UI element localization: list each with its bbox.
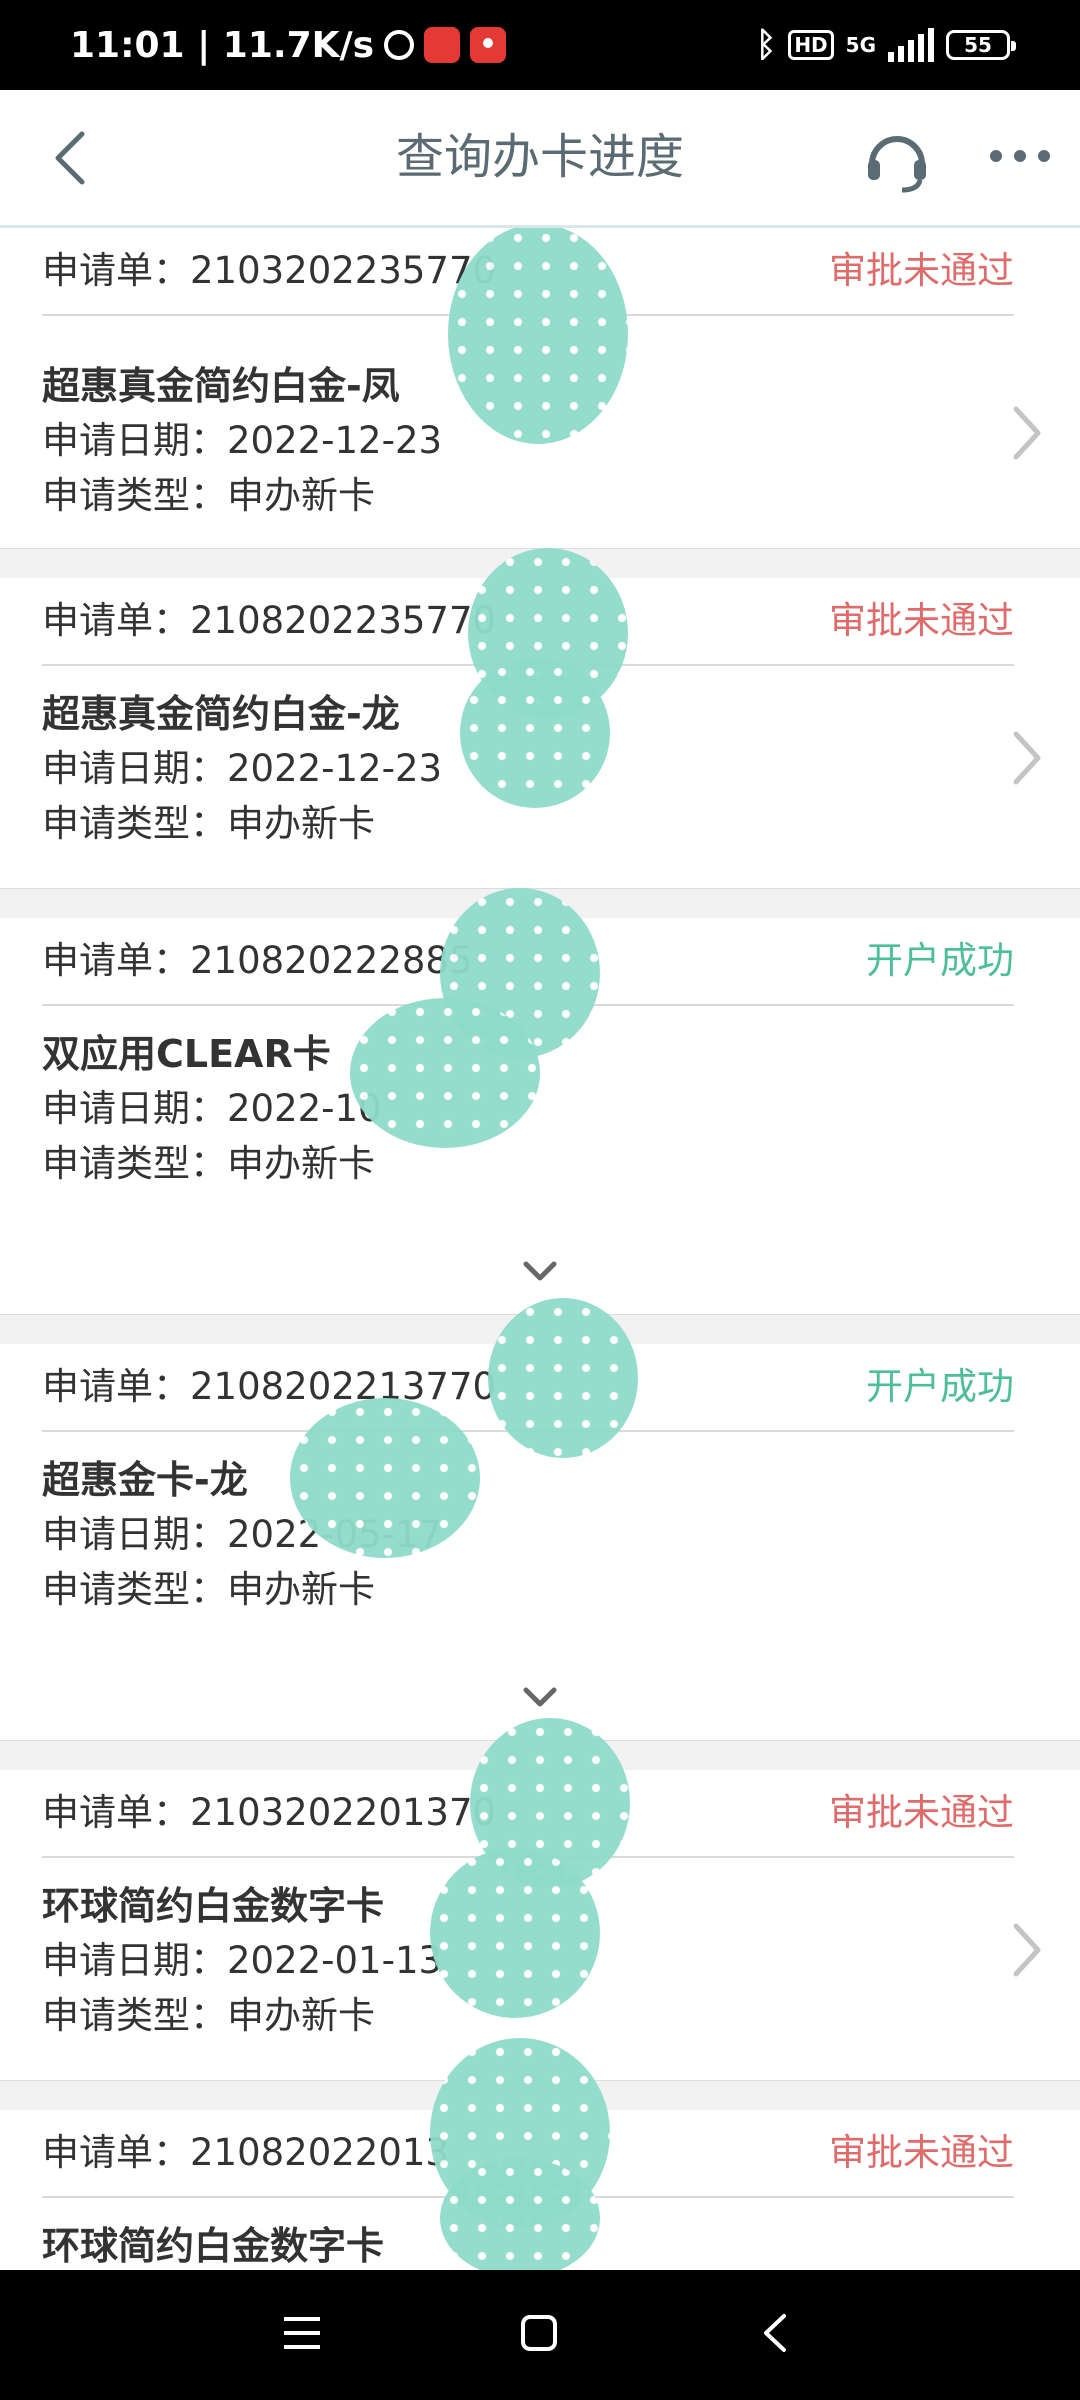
chevron-right-icon[interactable] (1006, 403, 1046, 463)
application-status: 审批未通过 (829, 1791, 1014, 1834)
redaction-blob (488, 1298, 638, 1458)
application-status: 审批未通过 (829, 2131, 1014, 2174)
application-type: 申请类型：申办新卡 (42, 474, 375, 517)
status-bar: 11:01 | 11.7K/s ᛒ HD 5G 55 (0, 0, 1080, 90)
application-list: 申请单：2103202235770 审批未通过 超惠真金简约白金-凤 申请日期：… (0, 228, 1080, 2270)
header: 查询办卡进度 (0, 90, 1080, 228)
application-date: 申请日期：2022-10 (42, 1087, 382, 1130)
application-status: 开户成功 (866, 1365, 1014, 1408)
card-name: 超惠真金简约白金-凤 (42, 364, 400, 408)
application-number: 申请单：2103202235770 (42, 249, 497, 292)
redaction-blob (448, 228, 628, 444)
chevron-down-icon[interactable] (512, 1256, 568, 1286)
status-left: 11:01 | 11.7K/s (70, 0, 507, 90)
system-nav-bar (0, 2270, 1080, 2400)
battery-level: 55 (964, 33, 992, 57)
application-status: 审批未通过 (829, 249, 1014, 292)
redaction-blob (430, 1848, 600, 2018)
application-number: 申请单：2108202235770 (42, 599, 497, 642)
redaction-blob (460, 658, 610, 808)
alarm-icon (384, 30, 415, 60)
more-dots-icon[interactable] (990, 150, 1050, 168)
redaction-blob (440, 2158, 600, 2270)
application-type: 申请类型：申办新卡 (42, 802, 375, 845)
chevron-right-icon[interactable] (1006, 728, 1046, 788)
chevron-right-icon[interactable] (1006, 1920, 1046, 1980)
status-right: ᛒ HD 5G 55 (755, 0, 1016, 90)
card-name: 环球简约白金数字卡 (42, 2224, 385, 2268)
hd-badge: HD (788, 30, 834, 60)
app-notification-icon (424, 27, 461, 63)
application-date: 申请日期：2022-12-23 (42, 747, 443, 790)
headset-icon[interactable] (862, 126, 932, 196)
signal-icon (888, 28, 934, 62)
card-name: 双应用CLEAR卡 (42, 1032, 331, 1076)
redaction-blob (290, 1398, 480, 1558)
card-name: 环球简约白金数字卡 (42, 1884, 385, 1928)
application-type: 申请类型：申办新卡 (42, 1142, 375, 1185)
application-date: 申请日期：2022-01-13 (42, 1939, 443, 1982)
status-time-speed: 11:01 | 11.7K/s (70, 24, 375, 66)
application-type: 申请类型：申办新卡 (42, 1994, 375, 2037)
card-name: 超惠金卡-龙 (42, 1458, 248, 1502)
bluetooth-icon: ᛒ (755, 25, 777, 65)
home-icon[interactable] (520, 2314, 558, 2352)
video-app-icon (470, 27, 507, 63)
redaction-blob (350, 998, 540, 1148)
card-name: 超惠真金简约白金-龙 (42, 692, 400, 736)
application-status: 开户成功 (866, 939, 1014, 982)
battery-icon: 55 (946, 30, 1016, 60)
menu-icon[interactable] (282, 2314, 322, 2352)
application-type: 申请类型：申办新卡 (42, 1568, 375, 1611)
network-type: 5G (845, 33, 876, 57)
chevron-down-icon[interactable] (512, 1682, 568, 1712)
application-number: 申请单：2103202201370 (42, 1791, 497, 1834)
application-number: 申请单：210820222885 (42, 939, 473, 982)
application-date: 申请日期：2022-12-23 (42, 419, 443, 462)
application-status: 审批未通过 (829, 599, 1014, 642)
back-icon[interactable] (760, 2312, 790, 2354)
application-number: 申请单：21082022013 (42, 2131, 449, 2174)
